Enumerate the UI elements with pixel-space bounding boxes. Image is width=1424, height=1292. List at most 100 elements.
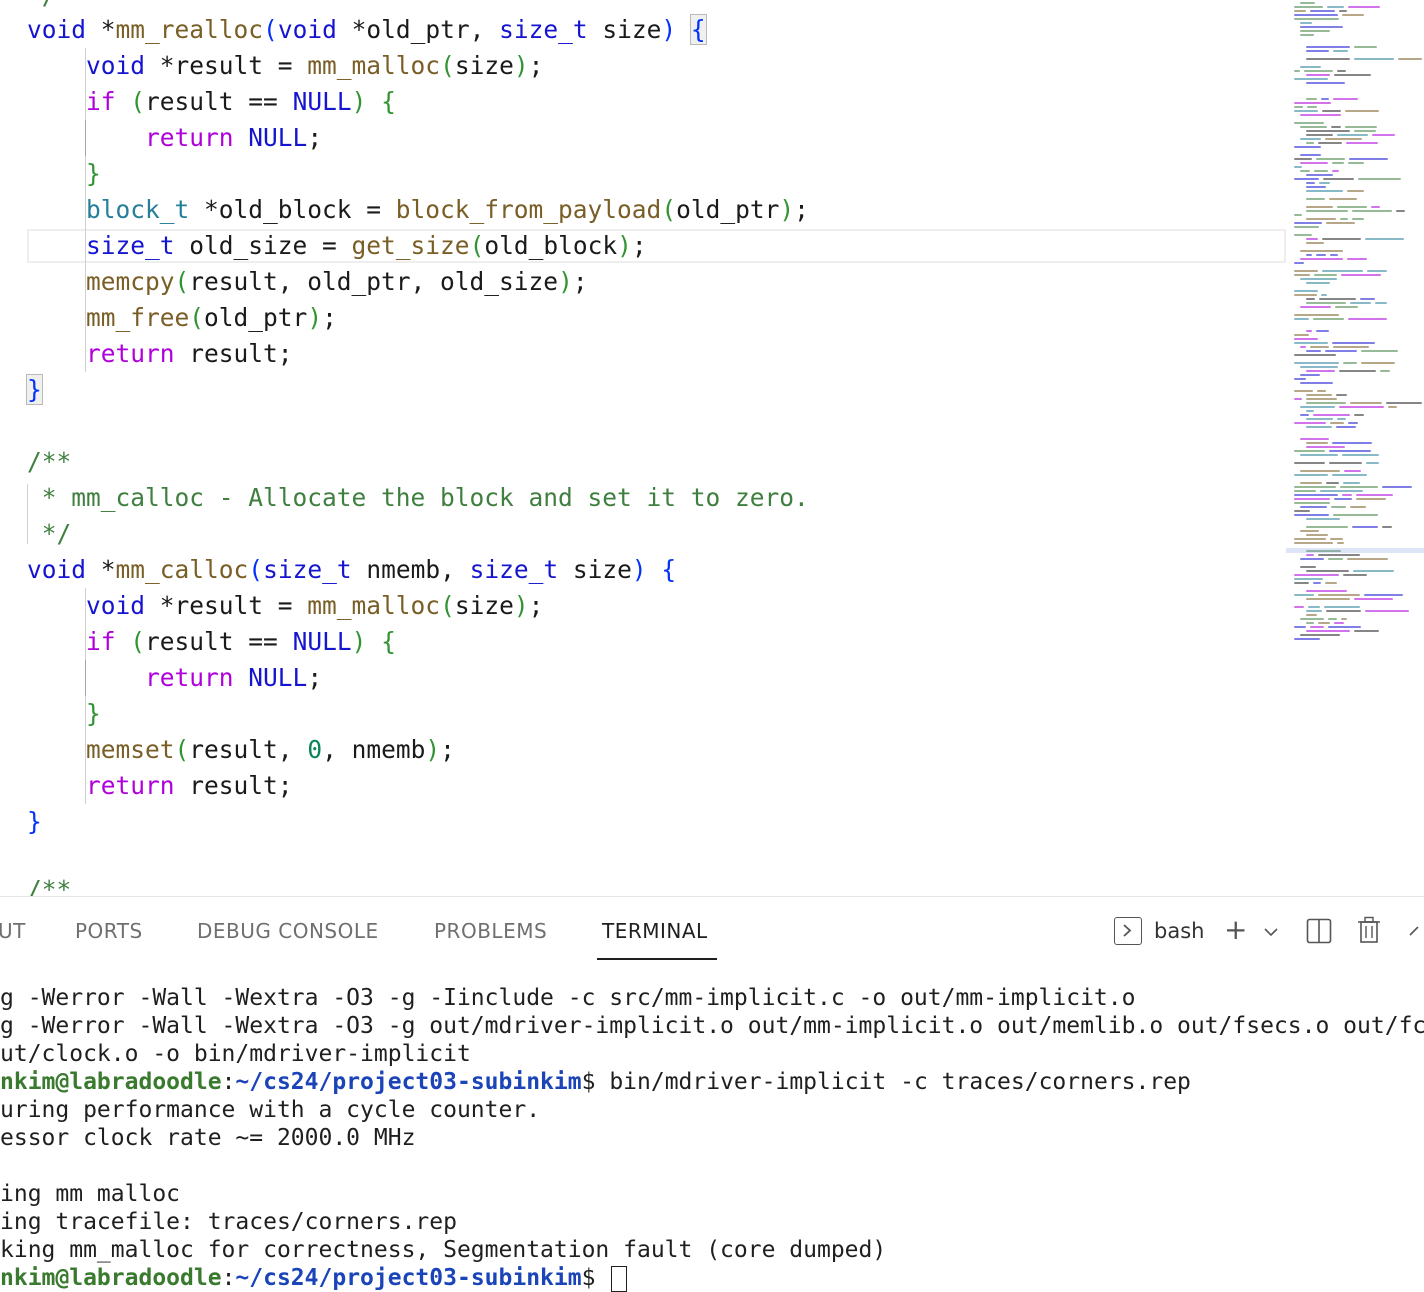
minimap-line — [1306, 410, 1314, 412]
minimap-line — [1346, 142, 1378, 144]
minimap-line — [1388, 406, 1397, 408]
minimap-viewport-highlight[interactable] — [1286, 548, 1424, 553]
minimap-line — [1352, 218, 1364, 220]
minimap-line — [1294, 314, 1339, 316]
comment-line: /** — [27, 875, 72, 896]
minimap-line — [1327, 6, 1344, 8]
minimap-line — [1300, 414, 1309, 416]
tab-debug-console[interactable]: DEBUG CONSOLE — [197, 919, 379, 943]
minimap-line — [1300, 530, 1319, 532]
minimap-line — [1332, 442, 1372, 444]
minimap-line — [1294, 390, 1313, 392]
minimap-line — [1294, 274, 1310, 276]
minimap-line — [1337, 206, 1367, 208]
minimap-line — [1334, 498, 1352, 500]
minimap-line — [1325, 350, 1357, 352]
chevron-down-icon[interactable] — [1263, 927, 1279, 937]
code-line: void *result = mm_malloc(size); — [86, 591, 544, 620]
minimap-line — [1365, 238, 1404, 240]
minimap-line — [1294, 486, 1336, 488]
minimap-line — [1300, 482, 1322, 484]
minimap-line — [1294, 594, 1314, 596]
minimap-line — [1342, 454, 1379, 456]
minimap-line — [1348, 318, 1387, 320]
minimap-line — [1332, 170, 1339, 172]
split-terminal-icon[interactable] — [1306, 918, 1332, 944]
minimap-line — [1336, 426, 1356, 428]
minimap-line — [1316, 254, 1326, 256]
minimap-line — [1318, 554, 1360, 556]
minimap-line — [1294, 542, 1333, 544]
minimap-line — [1300, 138, 1321, 140]
minimap-line — [1314, 170, 1328, 172]
shell-name[interactable]: bash — [1154, 919, 1204, 943]
minimap-line — [1367, 270, 1387, 272]
minimap-line — [1332, 474, 1367, 476]
terminal-line: essor clock rate ~= 2000.0 MHz — [0, 1125, 416, 1151]
minimap-line — [1300, 558, 1324, 560]
tab-output[interactable]: UT — [0, 919, 26, 943]
minimap-line — [1313, 318, 1344, 320]
minimap-line — [1294, 574, 1339, 576]
minimap-line — [1310, 626, 1324, 628]
minimap-line — [1361, 362, 1395, 364]
minimap-line — [1300, 126, 1327, 128]
minimap-line — [1306, 74, 1330, 76]
minimap-line — [1382, 486, 1412, 488]
minimap-line — [1382, 526, 1392, 528]
minimap-line — [1344, 470, 1361, 472]
terminal-line: uring performance with a cycle counter. — [0, 1097, 541, 1123]
minimap-line — [1306, 282, 1330, 284]
minimap-line — [1300, 382, 1333, 384]
minimap-line — [1294, 110, 1318, 112]
minimap-line — [1306, 182, 1315, 184]
chevron-up-icon[interactable] — [1408, 923, 1424, 937]
minimap-line — [1300, 250, 1343, 252]
minimap-line — [1300, 406, 1335, 408]
add-terminal-icon[interactable]: + — [1224, 913, 1247, 946]
minimap[interactable] — [1286, 0, 1424, 896]
minimap-line — [1300, 454, 1338, 456]
minimap-line — [1380, 370, 1390, 372]
minimap-line — [1294, 318, 1309, 320]
minimap-line — [1294, 18, 1339, 20]
minimap-line — [1306, 590, 1347, 592]
minimap-line — [1323, 178, 1354, 180]
comment-line: * mm_calloc - Allocate the block and set… — [27, 483, 809, 512]
minimap-line — [1300, 470, 1340, 472]
minimap-line — [1348, 162, 1364, 164]
minimap-line — [1294, 638, 1320, 640]
minimap-line — [1325, 582, 1337, 584]
terminal-icon[interactable] — [1114, 917, 1142, 945]
terminal-line: king mm_malloc for correctness, Segmenta… — [0, 1237, 887, 1263]
minimap-line — [1320, 490, 1363, 492]
minimap-line — [1300, 114, 1341, 116]
minimap-line — [1317, 390, 1326, 392]
minimap-line — [1360, 298, 1375, 300]
minimap-line — [1306, 446, 1345, 448]
code-line: return result; — [86, 339, 293, 368]
minimap-line — [1353, 570, 1394, 572]
minimap-line — [1322, 270, 1363, 272]
code-editor[interactable]: */ void *mm_realloc(void *old_ptr, size_… — [0, 0, 1286, 896]
minimap-line — [1300, 154, 1321, 156]
minimap-line — [1348, 422, 1358, 424]
minimap-line — [1294, 498, 1330, 500]
tab-terminal[interactable]: TERMINAL — [602, 919, 708, 943]
minimap-line — [1325, 138, 1362, 140]
minimap-line — [1339, 10, 1347, 12]
trash-icon[interactable] — [1356, 916, 1382, 944]
minimap-line — [1342, 14, 1364, 16]
tab-problems[interactable]: PROBLEMS — [434, 919, 547, 943]
minimap-line — [1354, 58, 1394, 60]
minimap-line — [1294, 514, 1329, 516]
minimap-line — [1300, 566, 1316, 568]
minimap-line — [1306, 130, 1350, 132]
minimap-line — [1310, 346, 1329, 348]
minimap-line — [1352, 210, 1392, 212]
minimap-line — [1306, 570, 1349, 572]
comment-line: /** — [27, 447, 72, 476]
minimap-line — [1294, 422, 1326, 424]
minimap-line — [1300, 366, 1338, 368]
tab-ports[interactable]: PORTS — [75, 919, 143, 943]
